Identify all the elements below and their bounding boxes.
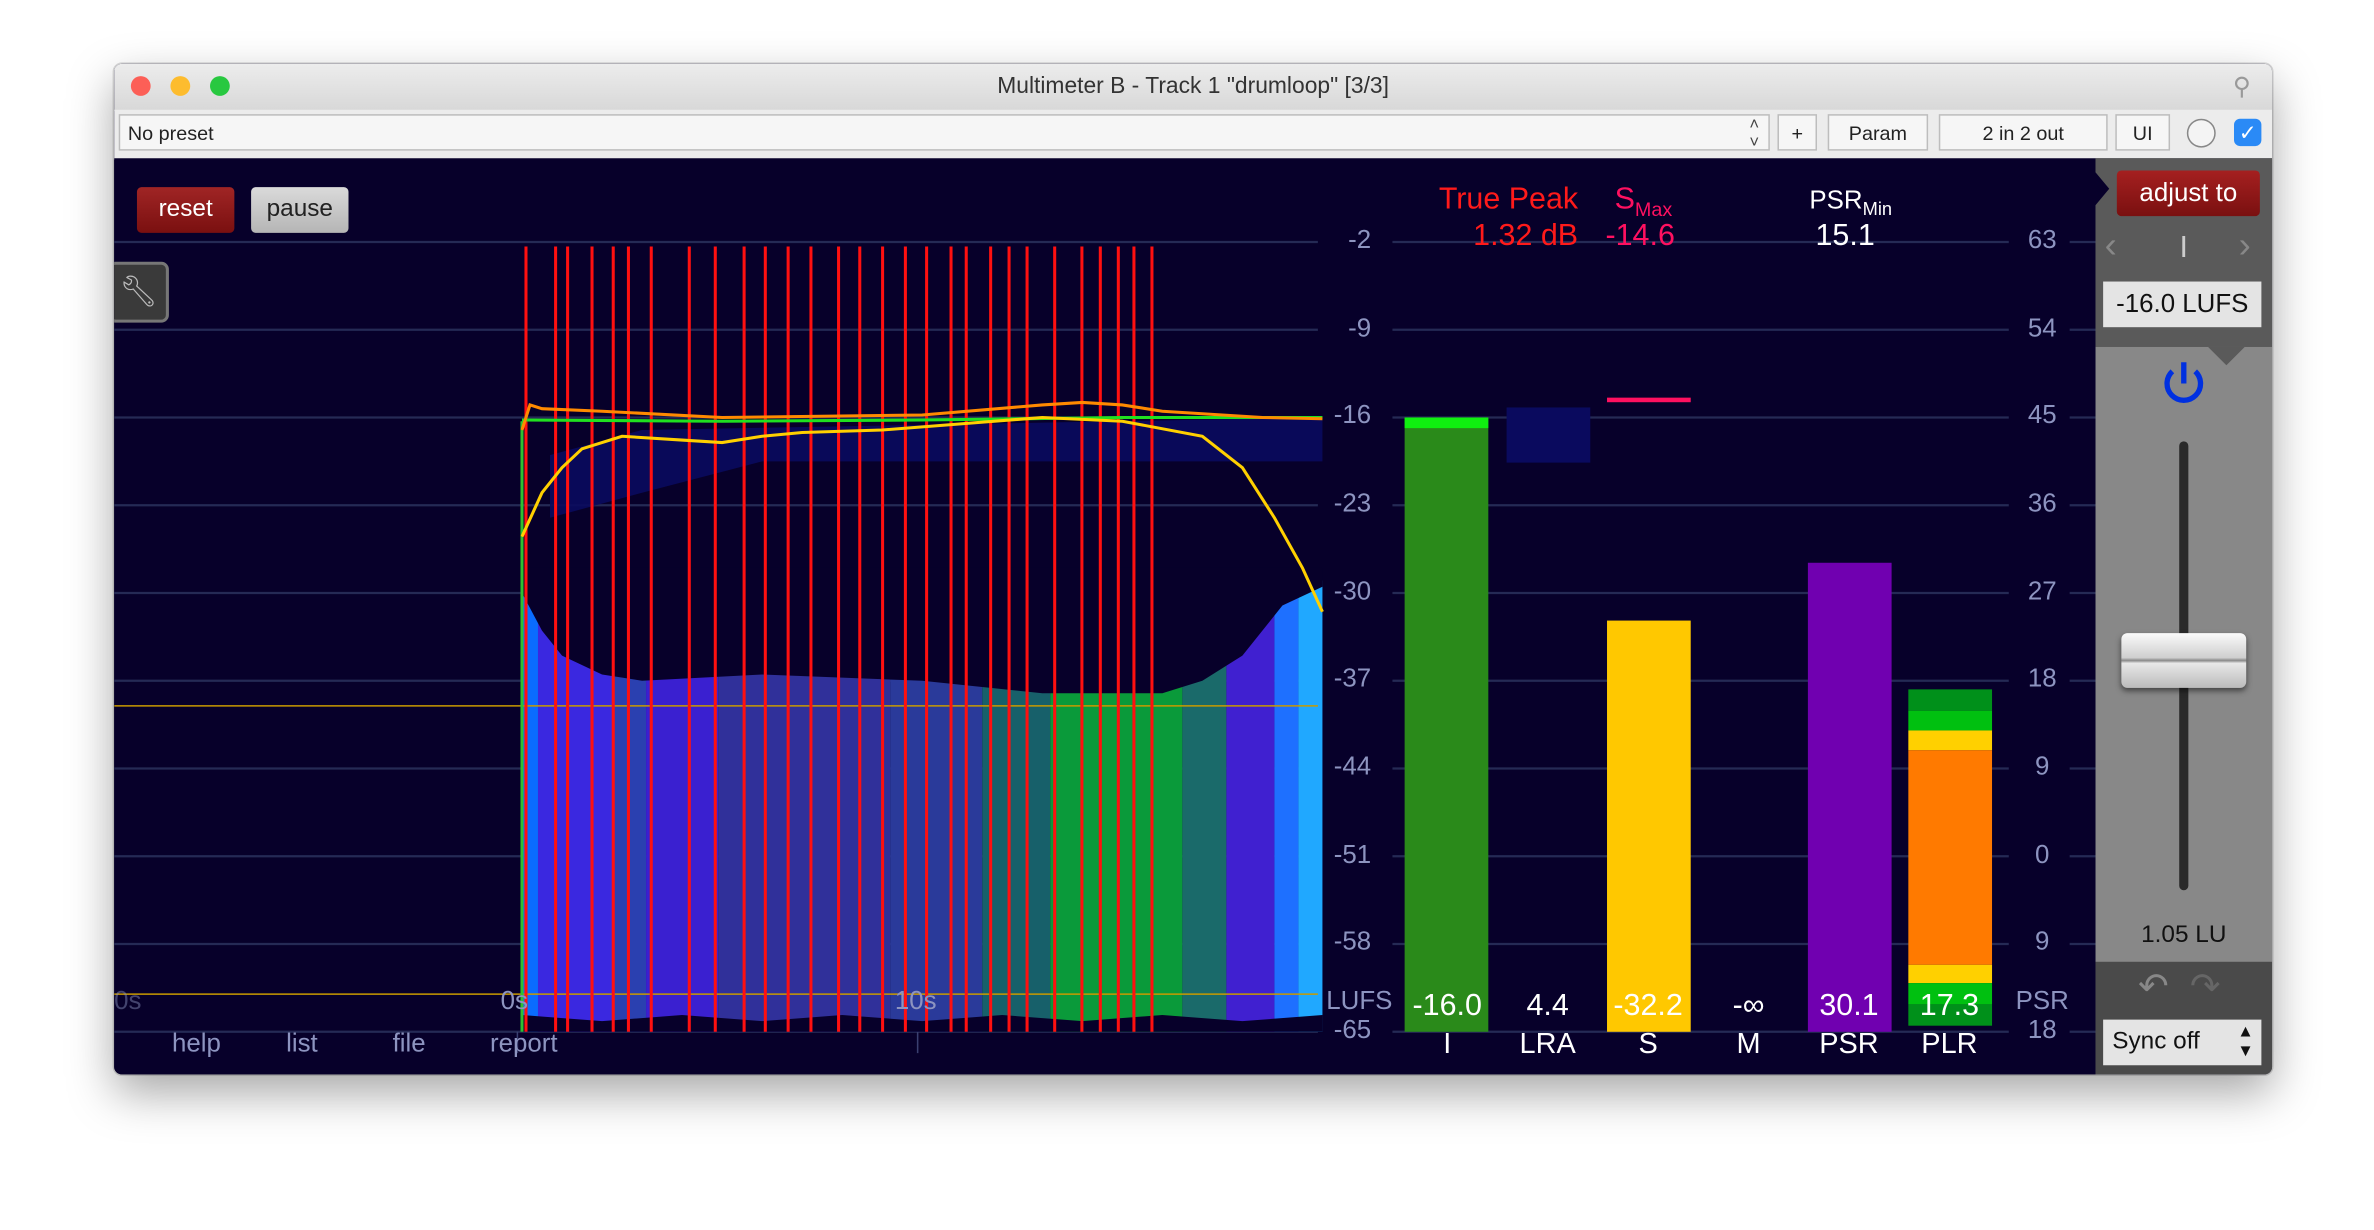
meter-label-i: I: [1443, 1028, 1452, 1061]
sync-select[interactable]: Sync off ▲ ▼: [2103, 1019, 2262, 1066]
meter-label-s: S: [1638, 1028, 1658, 1061]
lufs-tick-label: -65: [1333, 1015, 1372, 1044]
meter-value-lra: 4.4: [1526, 989, 1569, 1023]
wrench-icon[interactable]: 🔧︎: [114, 261, 169, 323]
select-arrows-icon: ▲ ▼: [2237, 1022, 2254, 1061]
lra-band: [549, 417, 1323, 518]
pin-icon[interactable]: ⚲: [2233, 72, 2251, 102]
plr-bar-segment: [1908, 689, 1993, 711]
meter-value-s: -32.2: [1613, 989, 1683, 1023]
plr-bar-segment: [1908, 710, 1993, 731]
list-link[interactable]: list: [286, 1029, 318, 1059]
adjust-panel: adjust to ‹ I › -16.0 LUFS 1.05 LU ↶ ↷ S…: [2093, 158, 2273, 1075]
toolbar: No preset ˄ ˅ + Param 2 in 2 out UI ✓: [114, 109, 2273, 160]
ui-button[interactable]: UI: [2115, 114, 2171, 151]
true-peak-label: True Peak: [1438, 182, 1579, 217]
meter-label-plr: PLR: [1921, 1028, 1978, 1061]
lufs-tick-label: -16: [1333, 400, 1372, 430]
psr-tick-label: 18: [2027, 664, 2057, 693]
psr-bar: [1807, 562, 1892, 1032]
psrmin-label-text: PSR: [1809, 185, 1863, 215]
psrmin-label: PSRMin: [1809, 186, 1892, 220]
lufs-tick-label: -51: [1333, 839, 1372, 869]
lra-bar: [1506, 407, 1591, 463]
psrmin-value: 15.1: [1815, 219, 1875, 253]
gain-value: 1.05 LU: [2141, 922, 2227, 949]
short-term-bar: [1607, 620, 1691, 1032]
plr-bar-segment: [1908, 750, 1993, 965]
lufs-unit-label: LUFS: [1326, 986, 1393, 1016]
smax-marker: [1607, 397, 1691, 403]
psr-tick-label: 45: [2027, 400, 2057, 430]
meter-label-psr: PSR: [1819, 1028, 1879, 1061]
meter-value-psr: 30.1: [1819, 989, 1879, 1023]
momentary-envelope: [521, 567, 1323, 694]
param-button[interactable]: Param: [1827, 114, 1929, 151]
preset-select[interactable]: No preset ˄ ˅: [118, 114, 1770, 153]
true-peak-value: 1.32 dB: [1473, 219, 1579, 253]
psr-tick-label: 0: [2035, 839, 2050, 869]
lufs-tick-label: -23: [1333, 488, 1372, 518]
lufs-tick-label: -44: [1333, 751, 1372, 781]
time-label-start: 0s: [114, 986, 142, 1016]
reset-button[interactable]: reset: [136, 187, 235, 233]
redo-icon[interactable]: ↷: [2190, 965, 2221, 1009]
time-label-10s: 10s: [894, 986, 937, 1016]
psr-tick-label: 36: [2027, 488, 2057, 518]
meter-value-i: -16.0: [1412, 989, 1482, 1023]
psr-history-segment: [1298, 580, 1323, 1032]
mix-knob[interactable]: [2186, 118, 2216, 148]
report-link[interactable]: report: [490, 1029, 558, 1059]
psr-history-segment: [1274, 580, 1299, 1032]
window-title: Multimeter B - Track 1 "drumloop" [3/3]: [997, 73, 1389, 99]
title-bar: Multimeter B - Track 1 "drumloop" [3/3] …: [114, 63, 2273, 112]
psr-tick-label: 9: [2035, 751, 2050, 781]
file-link[interactable]: file: [393, 1029, 426, 1059]
lufs-tick-label: -9: [1348, 312, 1372, 342]
io-config-button[interactable]: 2 in 2 out: [1938, 114, 2108, 151]
preset-value: No preset: [127, 121, 214, 145]
smax-value: -14.6: [1605, 219, 1675, 253]
help-link[interactable]: help: [172, 1029, 221, 1059]
meter-area: reset pause 🔧︎ True Peak 1.32 dB SMax -1…: [114, 158, 2273, 1075]
updown-arrows-icon: ˄ ˅: [1749, 115, 1760, 153]
sync-value: Sync off: [2112, 1028, 2200, 1055]
lufs-tick-label: -37: [1333, 664, 1372, 693]
bypass-checkbox[interactable]: ✓: [2234, 118, 2262, 147]
smax-sub: Max: [1634, 197, 1673, 221]
lufs-tick-label: -2: [1348, 225, 1372, 255]
gain-slider-knob[interactable]: [2121, 633, 2247, 688]
psr-tick-label: 54: [2027, 312, 2057, 342]
pause-button[interactable]: pause: [251, 187, 349, 233]
psr-tick-label: 18: [2027, 1015, 2057, 1044]
plr-bar-segment: [1908, 964, 1993, 984]
psrmin-sub: Min: [1862, 198, 1893, 220]
integrated-bar-cap: [1404, 417, 1489, 429]
psr-tick-label: 9: [2035, 927, 2050, 957]
undo-icon[interactable]: ↶: [2138, 965, 2169, 1009]
meter-value-m: -∞: [1732, 989, 1765, 1023]
meter-label-m: M: [1736, 1028, 1761, 1061]
psr-unit-label: PSR: [2015, 986, 2069, 1016]
meter-label-lra: LRA: [1519, 1028, 1576, 1061]
integrated-bar: [1404, 417, 1489, 1032]
add-preset-button[interactable]: +: [1777, 114, 1818, 151]
lufs-tick-label: -58: [1333, 927, 1372, 957]
meter-value-plr: 17.3: [1919, 989, 1980, 1023]
smax-label: SMax: [1615, 183, 1673, 221]
plugin-window: Multimeter B - Track 1 "drumloop" [3/3] …: [114, 63, 2273, 1075]
psr-tick-label: 27: [2027, 576, 2057, 606]
loudness-graph: [114, 240, 2096, 1054]
psr-history-segment: [521, 580, 538, 1032]
lufs-tick-label: -30: [1333, 576, 1372, 606]
plr-bar-segment: [1908, 730, 1993, 751]
time-label-zero: 0s: [500, 986, 529, 1016]
psr-tick-label: 63: [2027, 225, 2057, 255]
smax-label-text: S: [1614, 182, 1635, 217]
